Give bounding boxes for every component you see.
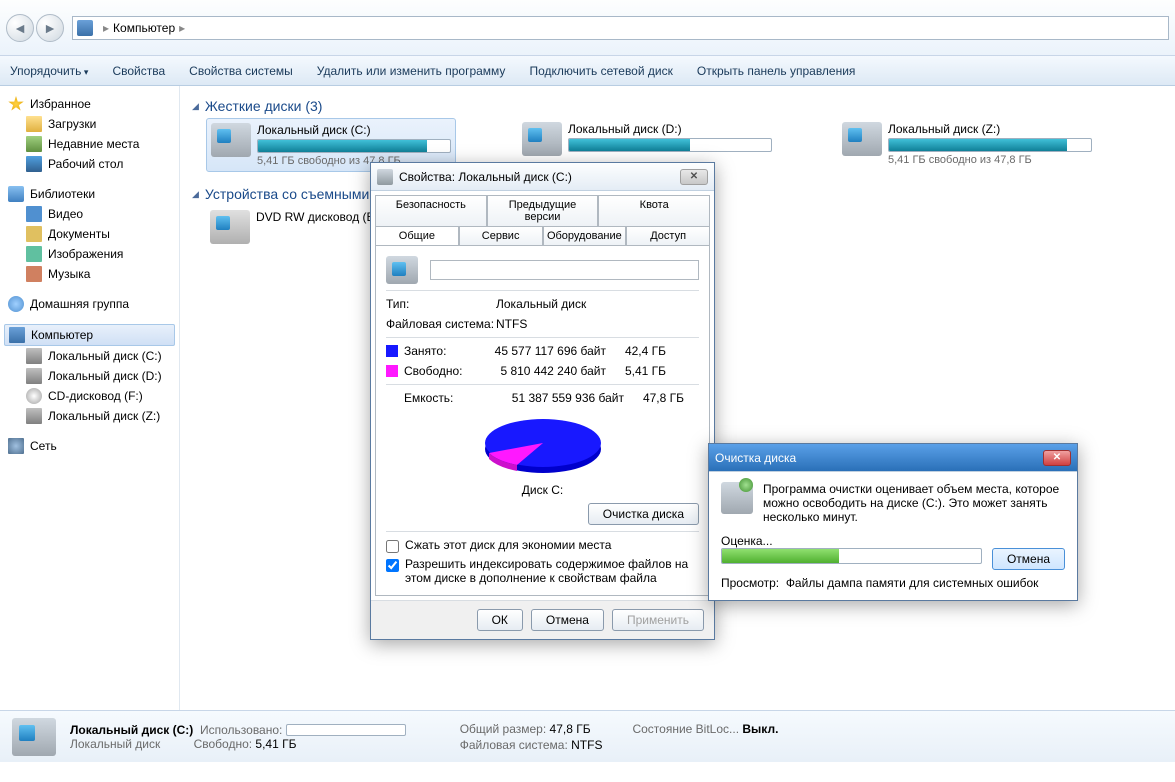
star-icon [8,96,24,112]
index-checkbox[interactable] [386,559,399,572]
hdd-icon [12,718,56,756]
tab-tools[interactable]: Сервис [459,226,543,245]
recent-icon [26,136,42,152]
cd-icon [26,388,42,404]
sidebar-computer[interactable]: Компьютер [4,324,175,346]
sidebar-documents[interactable]: Документы [0,224,179,244]
dialog-title: Очистка диска [715,451,796,465]
nav-forward-button[interactable]: ► [36,14,64,42]
ok-button[interactable]: ОК [477,609,523,631]
close-button[interactable]: ✕ [680,169,708,185]
toolbar-properties[interactable]: Свойства [112,64,165,78]
toolbar-control-panel[interactable]: Открыть панель управления [697,64,856,78]
hdd-icon [522,122,562,156]
sidebar-pictures[interactable]: Изображения [0,244,179,264]
apply-button[interactable]: Применить [612,609,704,631]
hdd-icon [26,408,42,424]
properties-dialog: Свойства: Локальный диск (C:) ✕ Безопасн… [370,162,715,640]
close-button[interactable]: ✕ [1043,450,1071,466]
tab-security[interactable]: Безопасность [375,195,487,226]
drive-z[interactable]: Локальный диск (Z:) 5,41 ГБ свободно из … [842,122,1092,168]
cancel-button[interactable]: Отмена [531,609,604,631]
index-checkbox-row[interactable]: Разрешить индексировать содержимое файло… [386,557,699,585]
sidebar-favorites-header[interactable]: Избранное [0,94,179,114]
status-bar: Локальный диск (C:) Использовано: Локаль… [0,710,1175,762]
sidebar-drive-c[interactable]: Локальный диск (C:) [0,346,179,366]
pictures-icon [26,246,42,262]
homegroup-icon [8,296,24,312]
sidebar-music[interactable]: Музыка [0,264,179,284]
tab-hardware[interactable]: Оборудование [543,226,627,245]
disk-cleanup-dialog: Очистка диска ✕ Программа очистки оценив… [708,443,1078,601]
compress-checkbox[interactable] [386,540,399,553]
hdd-icon [211,123,251,157]
toolbar: Упорядочить Свойства Свойства системы Уд… [0,56,1175,86]
window-titlebar: ◄ ► ▸ Компьютер ▸ [0,0,1175,56]
tab-sharing[interactable]: Доступ [626,226,710,245]
disk-cleanup-button[interactable]: Очистка диска [588,503,699,525]
toolbar-map-drive[interactable]: Подключить сетевой диск [529,64,672,78]
volume-label-input[interactable] [430,260,699,280]
hdd-icon [377,169,393,185]
hdd-icon [26,348,42,364]
document-icon [26,226,42,242]
breadcrumb-root[interactable]: Компьютер [113,21,175,35]
sidebar-libraries-header[interactable]: Библиотеки [0,184,179,204]
tab-previous-versions[interactable]: Предыдущие версии [487,195,599,226]
hdd-icon [386,256,418,284]
sidebar-network[interactable]: Сеть [0,436,179,456]
libraries-icon [8,186,24,202]
folder-icon [26,116,42,132]
status-title: Локальный диск (C:) [70,723,193,737]
sidebar-downloads[interactable]: Загрузки [0,114,179,134]
computer-icon [77,20,93,36]
progress-bar [721,548,982,564]
sidebar-recent[interactable]: Недавние места [0,134,179,154]
sidebar-drive-z[interactable]: Локальный диск (Z:) [0,406,179,426]
address-bar[interactable]: ▸ Компьютер ▸ [72,16,1169,40]
video-icon [26,206,42,222]
desktop-icon [26,156,42,172]
evaluating-label: Оценка... [721,534,1065,548]
music-icon [26,266,42,282]
computer-icon [9,327,25,343]
sidebar-videos[interactable]: Видео [0,204,179,224]
sidebar-drive-f[interactable]: CD-дисковод (F:) [0,386,179,406]
dialog-titlebar[interactable]: Очистка диска ✕ [709,444,1077,472]
hdd-icon [842,122,882,156]
sidebar-homegroup[interactable]: Домашняя группа [0,294,179,314]
tab-quota[interactable]: Квота [598,195,710,226]
dvd-icon [210,210,250,244]
tab-general[interactable]: Общие [375,226,459,245]
cancel-button[interactable]: Отмена [992,548,1065,570]
network-icon [8,438,24,454]
usage-pie-chart [473,411,613,481]
nav-back-button[interactable]: ◄ [6,14,34,42]
cleanup-icon [721,482,753,514]
hdd-icon [26,368,42,384]
sidebar-drive-d[interactable]: Локальный диск (D:) [0,366,179,386]
dialog-title: Свойства: Локальный диск (C:) [399,170,572,184]
dialog-titlebar[interactable]: Свойства: Локальный диск (C:) ✕ [371,163,714,191]
toolbar-uninstall[interactable]: Удалить или изменить программу [317,64,506,78]
toolbar-system-properties[interactable]: Свойства системы [189,64,293,78]
compress-checkbox-row[interactable]: Сжать этот диск для экономии места [386,538,699,553]
sidebar-desktop[interactable]: Рабочий стол [0,154,179,174]
toolbar-organize[interactable]: Упорядочить [10,64,88,78]
section-hard-disks[interactable]: Жесткие диски (3) [192,98,1163,114]
scanning-category: Файлы дампа памяти для системных ошибок [786,576,1039,590]
navigation-sidebar: Избранное Загрузки Недавние места Рабочи… [0,86,180,710]
cleanup-message: Программа очистки оценивает объем места,… [763,482,1065,524]
